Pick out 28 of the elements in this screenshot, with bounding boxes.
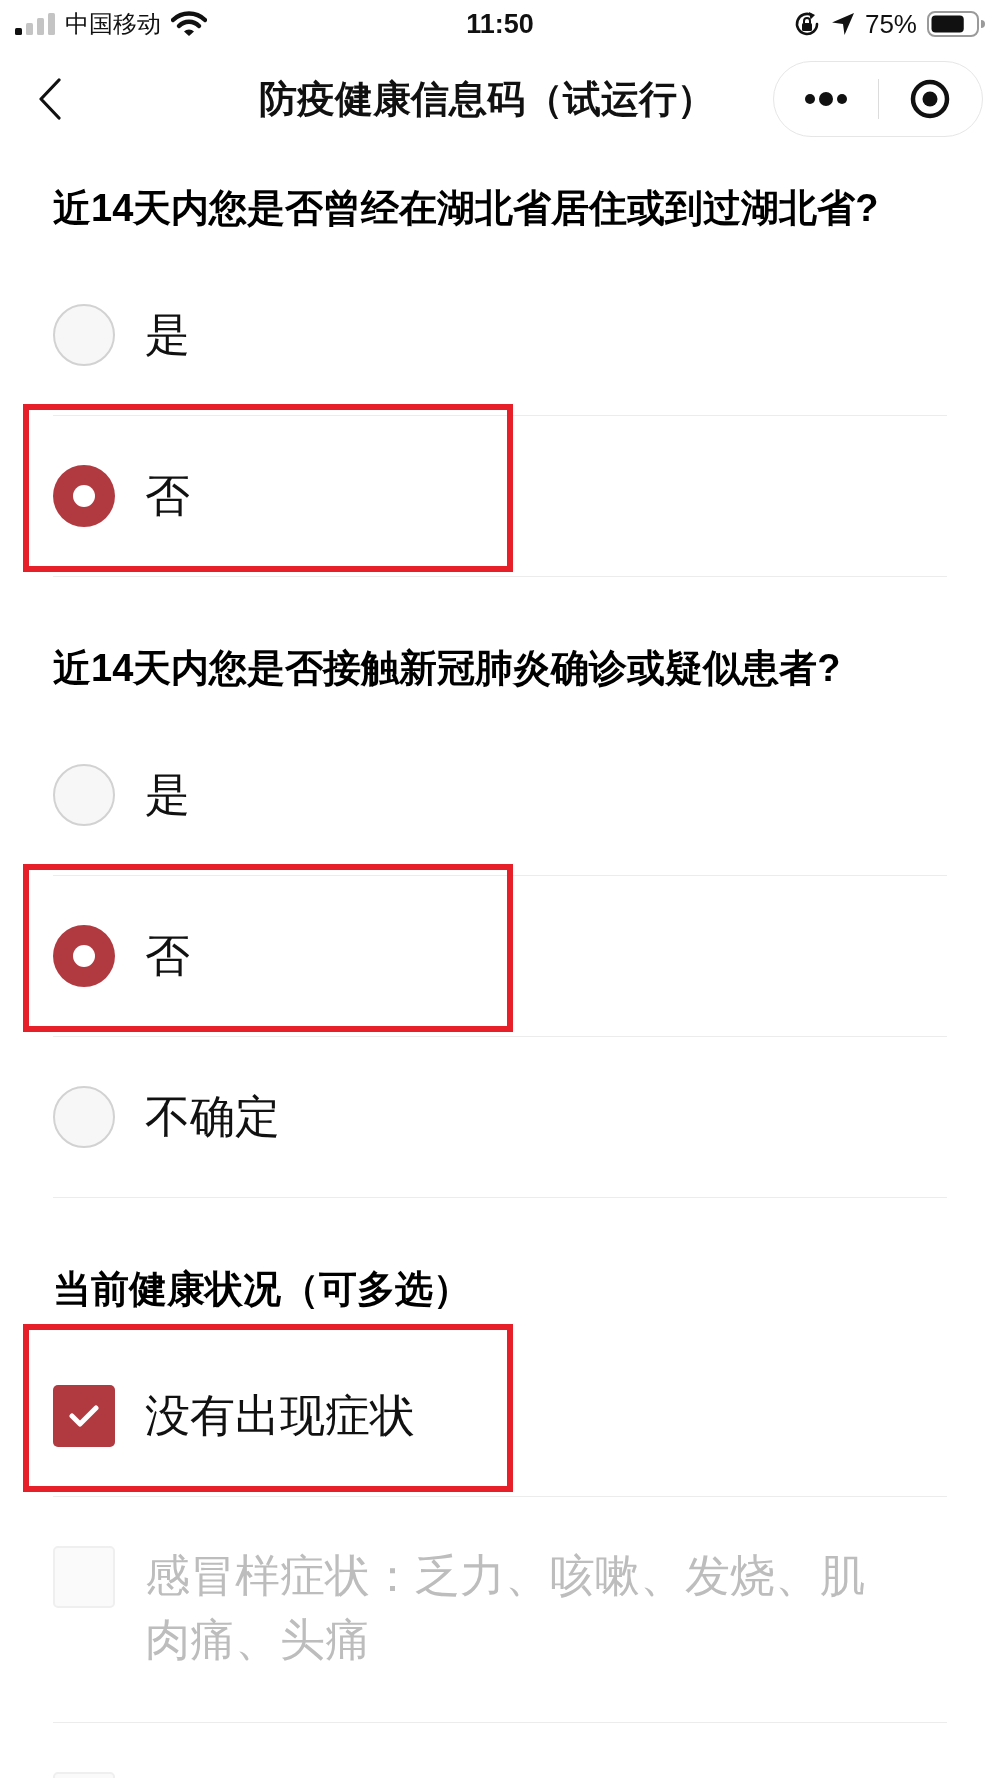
carrier-name: 中国移动	[65, 9, 161, 39]
checkmark-icon	[69, 1405, 99, 1427]
question-text: 近14天内您是否曾经在湖北省居住或到过湖北省?	[53, 187, 879, 229]
chevron-left-icon	[38, 78, 62, 120]
page-title: 防疫健康信息码（试运行）	[259, 76, 716, 122]
option-label: 不确定	[145, 1090, 280, 1144]
target-circle-icon	[910, 79, 951, 119]
option-label: 感冒样症状：乏力、咳嗽、发烧、肌肉痛、头痛	[145, 1549, 866, 1667]
option-label: 否	[145, 929, 190, 983]
question-text: 当前健康状况（可多选）	[53, 1268, 471, 1310]
status-time: 11:50	[466, 8, 534, 40]
checkbox[interactable]	[53, 1385, 115, 1447]
signal-bars-icon	[15, 13, 55, 35]
question-text: 近14天内您是否接触新冠肺炎确诊或疑似患者?	[53, 647, 841, 689]
radio-button[interactable]	[53, 764, 115, 826]
option-label: 是	[145, 768, 190, 822]
battery-percent: 75%	[864, 8, 917, 40]
location-arrow-icon	[830, 12, 855, 36]
wifi-icon	[171, 11, 207, 37]
battery-icon	[927, 11, 985, 37]
option-label: 没有出现症状	[145, 1389, 415, 1443]
option-label: 否	[145, 469, 190, 523]
radio-button[interactable]	[53, 1086, 115, 1148]
radio-button[interactable]	[53, 304, 115, 366]
option-label: 是	[145, 308, 190, 362]
radio-button[interactable]	[53, 925, 115, 987]
more-dots-icon	[803, 91, 848, 107]
radio-button[interactable]	[53, 465, 115, 527]
